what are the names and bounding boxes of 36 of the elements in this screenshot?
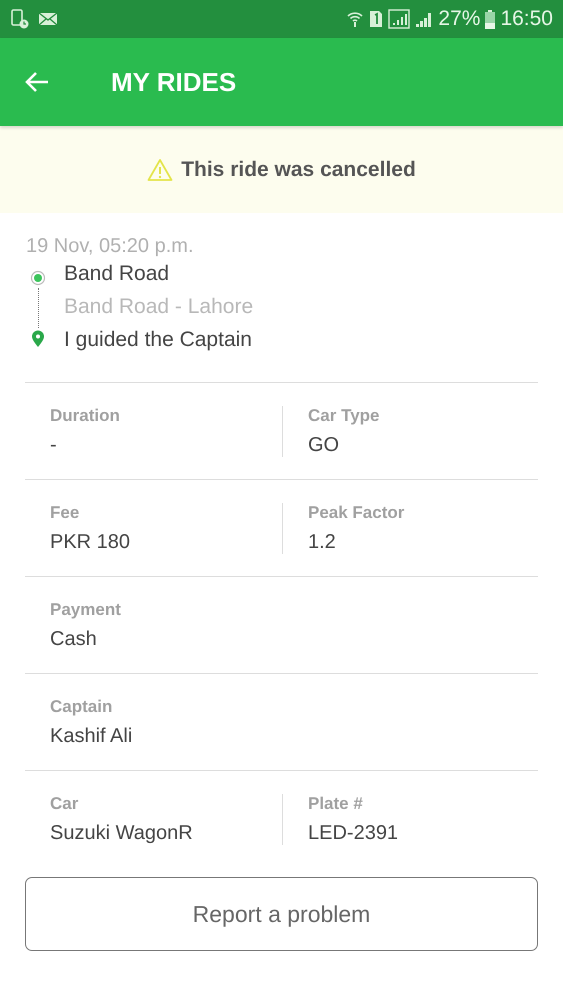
dropoff-address: I guided the Captain — [64, 328, 253, 352]
battery-percent: 27% — [438, 7, 480, 31]
detail-label: Car Type — [308, 406, 380, 426]
detail-value: Kashif Ali — [50, 724, 134, 748]
detail-value: PKR 180 — [50, 530, 132, 554]
detail-value: Cash — [50, 628, 98, 650]
detail-label: Plate # — [308, 794, 364, 814]
clock-time: 16:50 — [500, 7, 553, 31]
detail-value: 1.2 — [308, 530, 337, 554]
wifi-icon — [346, 10, 364, 28]
detail-label: Peak Factor — [308, 502, 406, 522]
screen-title: MY RIDES — [111, 66, 236, 98]
notice-text: This ride was cancelled — [181, 158, 416, 182]
detail-value: LED-2391 — [308, 822, 400, 844]
detail-label: Fee — [50, 502, 80, 522]
pickup-address: Band Road — [64, 262, 170, 286]
location-pin-icon — [31, 330, 45, 348]
detail-label: Car — [50, 794, 80, 814]
pickup-dot-icon — [30, 270, 46, 286]
detail-value: GO — [308, 434, 340, 456]
detail-value: Suzuki WagonR — [50, 822, 194, 844]
back-arrow-icon — [24, 71, 50, 93]
detail-value: - — [50, 434, 58, 456]
battery-icon — [485, 10, 496, 28]
sim-icon — [369, 10, 384, 28]
detail-label: Payment — [50, 600, 122, 620]
mail-icon — [38, 11, 58, 27]
detail-label: Duration — [50, 406, 121, 426]
warning-icon — [147, 158, 174, 182]
report-problem-button[interactable]: Report a problem — [25, 877, 538, 951]
detail-label: Captain — [50, 696, 114, 716]
signal-icon — [388, 9, 410, 29]
ride-date: 19 Nov, 05:20 p.m. — [26, 235, 194, 258]
signal-icon — [415, 10, 434, 28]
pickup-detail: Band Road - Lahore — [64, 295, 254, 319]
phone-clock-icon — [10, 9, 30, 29]
